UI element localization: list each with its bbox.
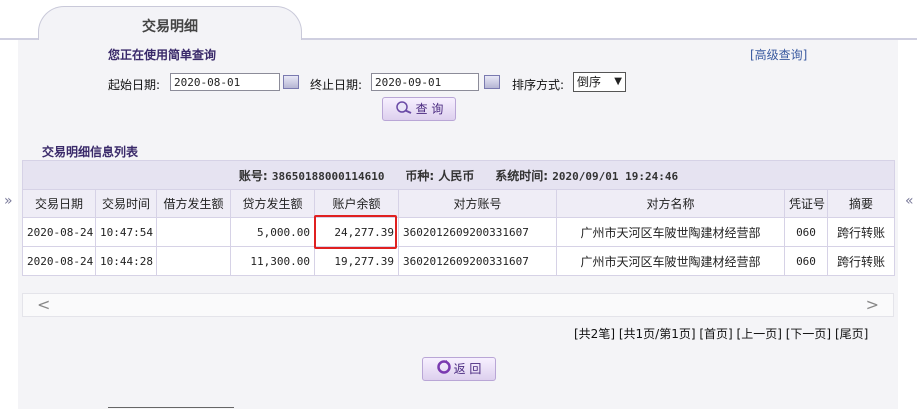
scroll-left-icon[interactable]: < <box>37 295 50 314</box>
end-date-label: 终止日期: <box>310 78 363 92</box>
column-header: 摘要 <box>826 189 896 218</box>
currency-label: 币种: <box>405 168 435 183</box>
sort-select-value: 倒序 <box>577 75 602 89</box>
pager-total: [共2笔] <box>574 327 615 341</box>
cell-voucher: 060 <box>784 217 828 247</box>
search-button[interactable]: 查 询 <box>382 97 456 121</box>
table-row[interactable]: 2020-08-24 10:44:28 11,300.00 19,277.39 … <box>22 246 896 276</box>
cell-counterparty-name: 广州市天河区车陂世陶建材经营部 <box>556 217 785 247</box>
horizontal-scrollbar[interactable]: < > <box>22 293 894 317</box>
pager-next-link[interactable]: [下一页] <box>786 327 831 341</box>
column-header: 对方名称 <box>556 189 785 218</box>
cell-date: 2020-08-24 <box>22 246 96 276</box>
balance-highlight-box <box>314 215 397 249</box>
cell-counterparty-account: 3602012609200331607 <box>398 217 557 247</box>
pager-first-link[interactable]: [首页] <box>699 327 732 341</box>
cell-counterparty-name: 广州市天河区车陂世陶建材经营部 <box>556 246 785 276</box>
cell-voucher: 060 <box>784 246 828 276</box>
cell-credit: 5,000.00 <box>230 217 315 247</box>
column-header: 借方发生额 <box>156 189 231 218</box>
pager-last-link[interactable]: [尾页] <box>835 327 868 341</box>
query-mode-text: 您正在使用简单查询 <box>108 48 217 62</box>
expand-left-icon[interactable]: » <box>4 193 13 209</box>
account-label: 账号: <box>238 168 268 183</box>
system-time-label: 系统时间: <box>495 168 549 183</box>
search-icon <box>395 99 413 121</box>
cell-summary: 跨行转账 <box>826 217 896 247</box>
collapse-right-icon[interactable]: « <box>905 193 914 209</box>
chevron-down-icon: ▼ <box>614 76 622 87</box>
column-header: 对方账号 <box>398 189 557 218</box>
calendar-icon[interactable] <box>283 75 299 89</box>
cell-debit <box>156 246 231 276</box>
account-info-row: 账号: 38650188000114610 币种: 人民币 系统时间: 2020… <box>21 160 896 190</box>
tab-title: 交易明细 <box>142 19 198 35</box>
sort-label: 排序方式: <box>512 78 565 92</box>
system-time-value: 2020/09/01 19:24:46 <box>552 169 679 183</box>
advanced-search-link[interactable]: [高级查询] <box>750 46 807 63</box>
pager-pages: [共1页/第1页] <box>618 327 696 341</box>
cell-balance: 19,277.39 <box>314 246 399 276</box>
start-date-input[interactable]: 2020-08-01 <box>170 73 280 91</box>
currency-value: 人民币 <box>438 168 475 183</box>
account-number: 38650188000114610 <box>271 169 385 183</box>
back-button-label: 返 回 <box>453 362 482 376</box>
end-date-input[interactable]: 2020-09-01 <box>371 73 479 91</box>
cell-credit: 11,300.00 <box>230 246 315 276</box>
cell-counterparty-account: 3602012609200331607 <box>398 246 557 276</box>
tab-bar: 交易明细 <box>0 0 917 41</box>
column-header: 账户余额 <box>314 189 399 218</box>
start-date-label: 起始日期: <box>108 78 161 92</box>
search-button-label: 查 询 <box>415 102 444 116</box>
calendar-icon[interactable] <box>484 75 500 89</box>
tab-transaction-detail[interactable]: 交易明细 <box>38 6 302 41</box>
back-button[interactable]: 返 回 <box>422 357 496 381</box>
scroll-right-icon[interactable]: > <box>866 295 879 314</box>
column-header: 凭证号 <box>784 189 828 218</box>
transaction-table: 账号: 38650188000114610 币种: 人民币 系统时间: 2020… <box>21 160 896 276</box>
cell-time: 10:44:28 <box>95 246 157 276</box>
cell-time: 10:47:54 <box>95 217 157 247</box>
column-header: 贷方发生额 <box>230 189 315 218</box>
table-row[interactable]: 2020-08-24 10:47:54 5,000.00 24,277.39 3… <box>22 217 896 247</box>
back-icon <box>436 359 451 381</box>
column-header: 交易时间 <box>95 189 157 218</box>
cell-summary: 跨行转账 <box>826 246 896 276</box>
divider <box>108 407 234 408</box>
table-header-row: 交易日期 交易时间 借方发生额 贷方发生额 账户余额 对方账号 对方名称 凭证号… <box>22 189 896 218</box>
pager-prev-link[interactable]: [上一页] <box>737 327 782 341</box>
cell-debit <box>156 217 231 247</box>
list-title: 交易明细信息列表 <box>42 145 139 159</box>
column-header: 交易日期 <box>22 189 96 218</box>
sort-select[interactable]: 倒序 ▼ <box>573 72 626 92</box>
pagination: [共2笔] [共1页/第1页] [首页] [上一页] [下一页] [尾页] <box>574 325 868 342</box>
cell-date: 2020-08-24 <box>22 217 96 247</box>
